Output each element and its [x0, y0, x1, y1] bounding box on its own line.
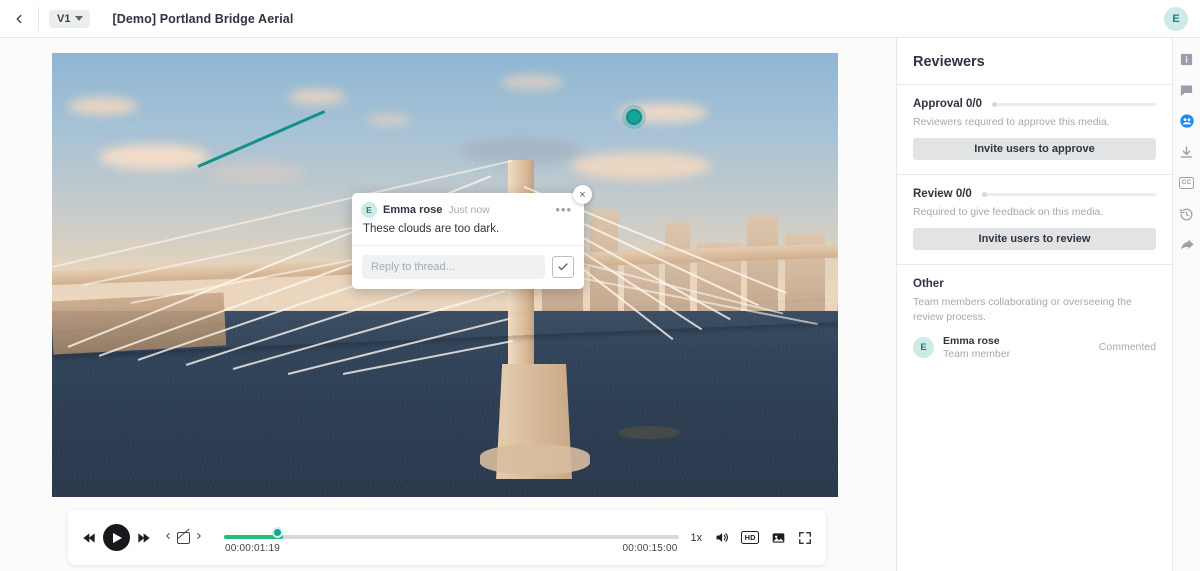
approval-progress	[992, 101, 1156, 107]
previous-comment-button[interactable]	[159, 530, 177, 545]
comment-timestamp: Just now	[448, 204, 490, 216]
media-stage: × E Emma rose Just now ••• These clouds …	[0, 38, 896, 571]
comment-author: Emma rose	[383, 204, 443, 216]
skip-back-button[interactable]	[82, 530, 98, 546]
cloud	[570, 152, 711, 181]
invite-users-to-approve-button[interactable]: Invite users to approve	[913, 138, 1156, 161]
info-panel-button[interactable]	[1178, 50, 1196, 68]
reply-input[interactable]	[362, 255, 545, 279]
more-options-icon[interactable]: •••	[555, 203, 574, 216]
bridge-pier-base	[480, 443, 591, 475]
other-heading: Other	[913, 278, 944, 291]
current-timecode: 00:00:01:19	[225, 542, 281, 554]
version-label: V1	[57, 12, 71, 25]
reply-row	[352, 246, 584, 289]
cloud	[366, 113, 413, 126]
chevron-left-icon	[16, 14, 22, 23]
submit-reply-button[interactable]	[552, 256, 574, 278]
skip-forward-button[interactable]	[135, 530, 151, 546]
app-root: V1 [Demo] Portland Bridge Aerial E × E E…	[0, 0, 1200, 571]
approval-heading: Approval 0/0	[913, 98, 983, 110]
volume-button[interactable]	[714, 530, 729, 545]
close-icon[interactable]: ×	[573, 185, 592, 204]
member-role: Team member	[943, 347, 1011, 360]
header-divider	[38, 6, 39, 31]
top-bar: V1 [Demo] Portland Bridge Aerial E	[0, 0, 1200, 38]
progress-dot	[992, 101, 998, 107]
play-button[interactable]	[103, 524, 130, 551]
download-icon	[1180, 145, 1193, 158]
avatar: E	[361, 202, 377, 218]
review-progress	[981, 191, 1156, 197]
comment-icon	[1180, 85, 1193, 96]
review-description: Required to give feedback on this media.	[913, 206, 1104, 219]
other-section: Other Team members collaborating or over…	[897, 265, 1172, 373]
history-button[interactable]	[1178, 205, 1196, 223]
annotation-pin[interactable]	[626, 109, 642, 125]
fullscreen-icon	[799, 531, 811, 544]
comment-header: E Emma rose Just now •••	[352, 193, 584, 220]
captions-button[interactable]: CC	[1178, 174, 1196, 192]
progress-track[interactable]	[224, 534, 679, 539]
hd-badge: HD	[741, 531, 759, 544]
picture-button[interactable]	[771, 531, 786, 545]
cloud	[287, 88, 346, 105]
fullscreen-button[interactable]	[798, 531, 812, 545]
playhead-handle[interactable]	[271, 526, 283, 538]
approval-section: Approval 0/0 Reviewers required to appro…	[897, 85, 1172, 174]
cloud	[500, 75, 565, 91]
page-title: [Demo] Portland Bridge Aerial	[112, 11, 294, 26]
cloud	[99, 143, 210, 170]
islet	[617, 425, 680, 439]
share-icon	[1180, 239, 1194, 250]
total-timecode: 00:00:15:00	[622, 542, 678, 554]
review-section: Review 0/0 Required to give feedback on …	[897, 175, 1172, 264]
progress-dot	[981, 191, 987, 197]
skip-forward-icon	[138, 532, 150, 543]
player-controls: 00:00:01:19 00:00:15:00 1x HD	[68, 510, 826, 565]
skip-back-icon	[83, 532, 95, 543]
tool-rail: CC	[1172, 38, 1200, 571]
cloud	[67, 97, 138, 116]
comment-popup: × E Emma rose Just now ••• These clouds …	[352, 185, 592, 289]
avatar: E	[913, 336, 934, 358]
check-icon	[558, 263, 568, 271]
version-selector[interactable]: V1	[49, 9, 91, 28]
playback-speed-button[interactable]: 1x	[691, 532, 703, 544]
sidebar-title: Reviewers	[913, 54, 985, 70]
reviewers-panel-button[interactable]	[1178, 112, 1196, 130]
scrubber[interactable]: 00:00:01:19 00:00:15:00	[224, 521, 679, 555]
picture-icon	[772, 532, 785, 543]
approval-header-row: Approval 0/0	[913, 98, 1156, 110]
review-heading: Review 0/0	[913, 188, 972, 201]
list-item[interactable]: E Emma rose Team member Commented	[913, 335, 1156, 360]
other-description: Team members collaborating or overseeing…	[913, 296, 1132, 323]
member-name: Emma rose	[943, 334, 1000, 347]
review-header-row: Review 0/0	[913, 188, 1156, 200]
member-info: Emma rose Team member	[943, 335, 1010, 360]
cloud	[209, 163, 305, 186]
cc-icon: CC	[1178, 177, 1195, 189]
next-comment-button[interactable]	[190, 530, 208, 545]
chevron-down-icon	[75, 16, 84, 21]
share-button[interactable]	[1178, 236, 1196, 254]
comment-text: These clouds are too dark.	[352, 220, 584, 246]
history-icon	[1180, 208, 1193, 220]
invite-users-to-review-button[interactable]: Invite users to review	[913, 228, 1156, 251]
download-button[interactable]	[1178, 143, 1196, 161]
comment-marker-button[interactable]	[177, 531, 190, 544]
chevron-left-icon	[166, 533, 170, 539]
reviewers-sidebar: Reviewers Approval 0/0 Reviewers require…	[896, 38, 1172, 571]
chevron-right-icon	[197, 533, 201, 539]
info-icon	[1180, 53, 1193, 65]
back-button[interactable]	[0, 0, 38, 38]
play-icon	[113, 532, 122, 543]
people-icon	[1179, 114, 1194, 128]
quality-button[interactable]: HD	[741, 531, 759, 544]
status-badge: Commented	[1098, 341, 1156, 354]
comments-panel-button[interactable]	[1178, 81, 1196, 99]
approval-description: Reviewers required to approve this media…	[913, 116, 1110, 128]
volume-icon	[716, 533, 729, 542]
avatar[interactable]: E	[1164, 7, 1188, 31]
